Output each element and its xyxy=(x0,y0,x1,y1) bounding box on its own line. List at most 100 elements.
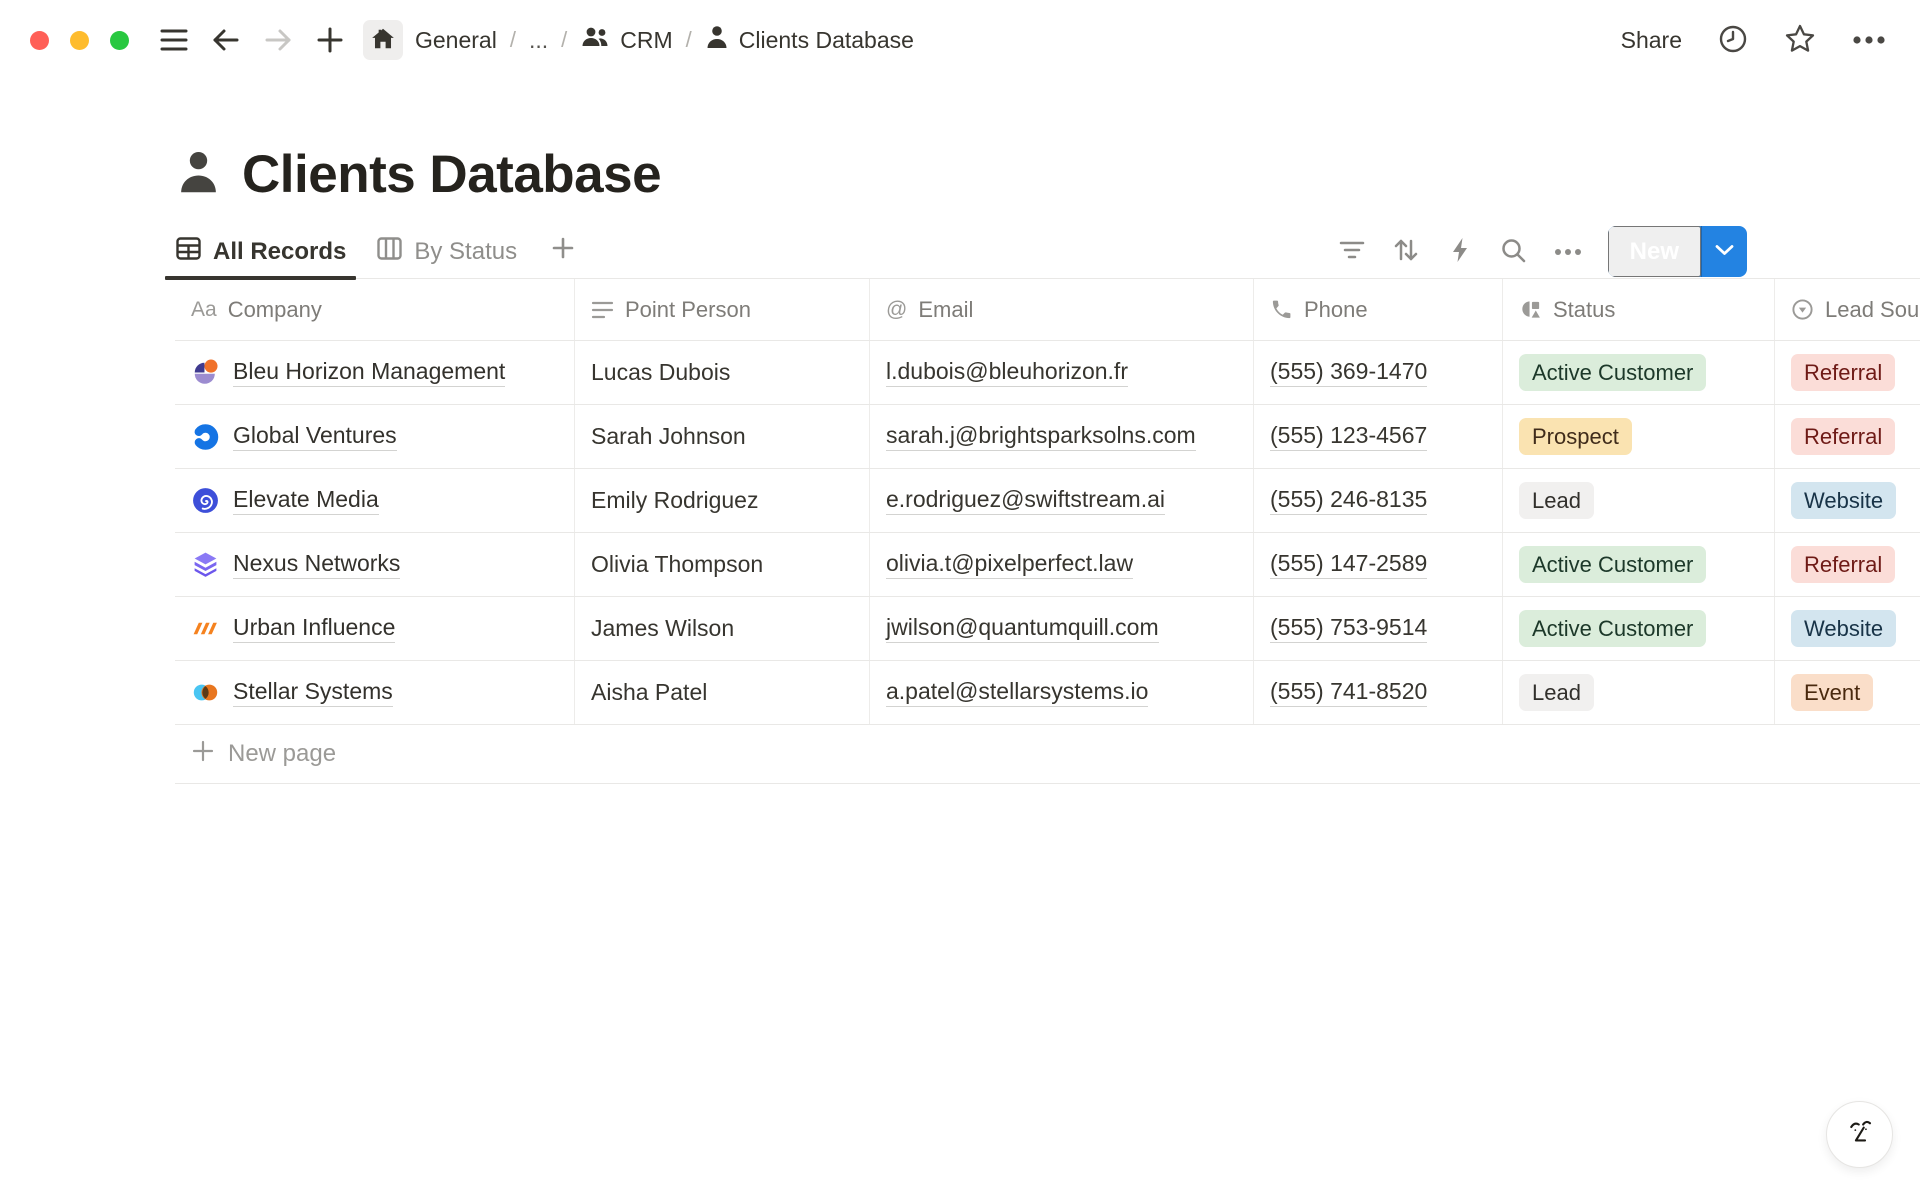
point-person-cell[interactable]: Olivia Thompson xyxy=(575,533,870,596)
automations-button[interactable] xyxy=(1438,230,1482,274)
company-cell[interactable]: Bleu Horizon Management xyxy=(175,341,575,404)
point-person-cell[interactable]: James Wilson xyxy=(575,597,870,660)
company-cell[interactable]: Nexus Networks xyxy=(175,533,575,596)
breadcrumb-item-general[interactable]: General xyxy=(415,27,497,54)
email-link[interactable]: e.rodriguez@swiftstream.ai xyxy=(886,486,1165,515)
minimize-window-button[interactable] xyxy=(70,31,89,50)
company-name[interactable]: Bleu Horizon Management xyxy=(233,358,505,387)
email-cell[interactable]: jwilson@quantumquill.com xyxy=(870,597,1254,660)
back-button[interactable] xyxy=(207,21,245,59)
company-name[interactable]: Global Ventures xyxy=(233,422,397,451)
phone-cell[interactable]: (555) 741-8520 xyxy=(1254,661,1503,724)
point-person-cell[interactable]: Emily Rodriguez xyxy=(575,469,870,532)
breadcrumb-collapsed-items[interactable]: ... xyxy=(529,27,548,54)
status-cell[interactable]: Lead xyxy=(1503,469,1775,532)
column-header-point-person[interactable]: Point Person xyxy=(575,279,870,340)
lead-source-badge[interactable]: Event xyxy=(1791,674,1873,712)
column-header-phone[interactable]: Phone xyxy=(1254,279,1503,340)
lead-source-cell[interactable]: Website xyxy=(1775,597,1920,660)
email-cell[interactable]: sarah.j@brightsparksolns.com xyxy=(870,405,1254,468)
email-link[interactable]: l.dubois@bleuhorizon.fr xyxy=(886,358,1128,387)
lead-source-badge[interactable]: Referral xyxy=(1791,354,1895,392)
company-cell[interactable]: Global Ventures xyxy=(175,405,575,468)
add-view-button[interactable] xyxy=(551,225,575,278)
filter-button[interactable] xyxy=(1330,230,1374,274)
new-record-dropdown-button[interactable] xyxy=(1702,226,1747,277)
point-person-cell[interactable]: Aisha Patel xyxy=(575,661,870,724)
sidebar-menu-button[interactable] xyxy=(155,21,193,59)
email-cell[interactable]: e.rodriguez@swiftstream.ai xyxy=(870,469,1254,532)
breadcrumb-item-clients-database[interactable]: Clients Database xyxy=(705,24,914,56)
phone-link[interactable]: (555) 147-2589 xyxy=(1270,550,1427,579)
email-link[interactable]: jwilson@quantumquill.com xyxy=(886,614,1159,643)
point-person-cell[interactable]: Sarah Johnson xyxy=(575,405,870,468)
zoom-window-button[interactable] xyxy=(110,31,129,50)
lead-source-cell[interactable]: Event xyxy=(1775,661,1920,724)
new-record-button[interactable]: New xyxy=(1608,226,1701,277)
phone-link[interactable]: (555) 741-8520 xyxy=(1270,678,1427,707)
lead-source-cell[interactable]: Referral xyxy=(1775,341,1920,404)
status-badge[interactable]: Active Customer xyxy=(1519,610,1706,648)
email-link[interactable]: olivia.t@pixelperfect.law xyxy=(886,550,1133,579)
tab-by-status[interactable]: By Status xyxy=(376,225,517,278)
company-name[interactable]: Stellar Systems xyxy=(233,678,393,707)
status-badge[interactable]: Active Customer xyxy=(1519,546,1706,584)
status-badge[interactable]: Prospect xyxy=(1519,418,1632,456)
status-badge[interactable]: Lead xyxy=(1519,674,1594,712)
page-options-button[interactable] xyxy=(1852,33,1886,48)
email-cell[interactable]: l.dubois@bleuhorizon.fr xyxy=(870,341,1254,404)
lead-source-badge[interactable]: Website xyxy=(1791,610,1896,648)
status-cell[interactable]: Active Customer xyxy=(1503,597,1775,660)
company-name[interactable]: Urban Influence xyxy=(233,614,395,643)
notion-ai-button[interactable] xyxy=(1826,1101,1893,1168)
column-header-company[interactable]: Aa Company xyxy=(175,279,575,340)
lead-source-cell[interactable]: Referral xyxy=(1775,533,1920,596)
phone-cell[interactable]: (555) 369-1470 xyxy=(1254,341,1503,404)
status-cell[interactable]: Lead xyxy=(1503,661,1775,724)
email-cell[interactable]: a.patel@stellarsystems.io xyxy=(870,661,1254,724)
tab-all-records[interactable]: All Records xyxy=(175,225,346,278)
company-cell[interactable]: Urban Influence xyxy=(175,597,575,660)
breadcrumb-item-crm[interactable]: CRM xyxy=(580,25,672,55)
new-page-button[interactable]: New page xyxy=(175,725,1920,784)
point-person-cell[interactable]: Lucas Dubois xyxy=(575,341,870,404)
status-cell[interactable]: Prospect xyxy=(1503,405,1775,468)
lead-source-cell[interactable]: Referral xyxy=(1775,405,1920,468)
status-cell[interactable]: Active Customer xyxy=(1503,533,1775,596)
forward-button[interactable] xyxy=(259,21,297,59)
close-window-button[interactable] xyxy=(30,31,49,50)
phone-cell[interactable]: (555) 147-2589 xyxy=(1254,533,1503,596)
phone-link[interactable]: (555) 123-4567 xyxy=(1270,422,1427,451)
status-badge[interactable]: Active Customer xyxy=(1519,354,1706,392)
phone-link[interactable]: (555) 753-9514 xyxy=(1270,614,1427,643)
company-name[interactable]: Elevate Media xyxy=(233,486,379,515)
lead-source-cell[interactable]: Website xyxy=(1775,469,1920,532)
column-header-email[interactable]: @ Email xyxy=(870,279,1254,340)
company-cell[interactable]: Stellar Systems xyxy=(175,661,575,724)
page-icon[interactable] xyxy=(175,148,222,202)
share-button[interactable]: Share xyxy=(1621,27,1682,54)
email-cell[interactable]: olivia.t@pixelperfect.law xyxy=(870,533,1254,596)
company-name[interactable]: Nexus Networks xyxy=(233,550,400,579)
status-cell[interactable]: Active Customer xyxy=(1503,341,1775,404)
phone-cell[interactable]: (555) 753-9514 xyxy=(1254,597,1503,660)
lead-source-badge[interactable]: Website xyxy=(1791,482,1896,520)
home-button[interactable] xyxy=(363,20,403,60)
phone-cell[interactable]: (555) 123-4567 xyxy=(1254,405,1503,468)
search-button[interactable] xyxy=(1492,230,1536,274)
phone-link[interactable]: (555) 369-1470 xyxy=(1270,358,1427,387)
lead-source-badge[interactable]: Referral xyxy=(1791,418,1895,456)
status-badge[interactable]: Lead xyxy=(1519,482,1594,520)
sort-button[interactable] xyxy=(1384,230,1428,274)
updates-button[interactable] xyxy=(1718,24,1748,57)
page-title[interactable]: Clients Database xyxy=(242,144,661,205)
view-options-button[interactable] xyxy=(1546,230,1590,274)
email-link[interactable]: sarah.j@brightsparksolns.com xyxy=(886,422,1196,451)
email-link[interactable]: a.patel@stellarsystems.io xyxy=(886,678,1148,707)
lead-source-badge[interactable]: Referral xyxy=(1791,546,1895,584)
phone-link[interactable]: (555) 246-8135 xyxy=(1270,486,1427,515)
phone-cell[interactable]: (555) 246-8135 xyxy=(1254,469,1503,532)
company-cell[interactable]: Elevate Media xyxy=(175,469,575,532)
column-header-lead-source[interactable]: Lead Source xyxy=(1775,279,1920,340)
favorite-button[interactable] xyxy=(1784,23,1816,57)
